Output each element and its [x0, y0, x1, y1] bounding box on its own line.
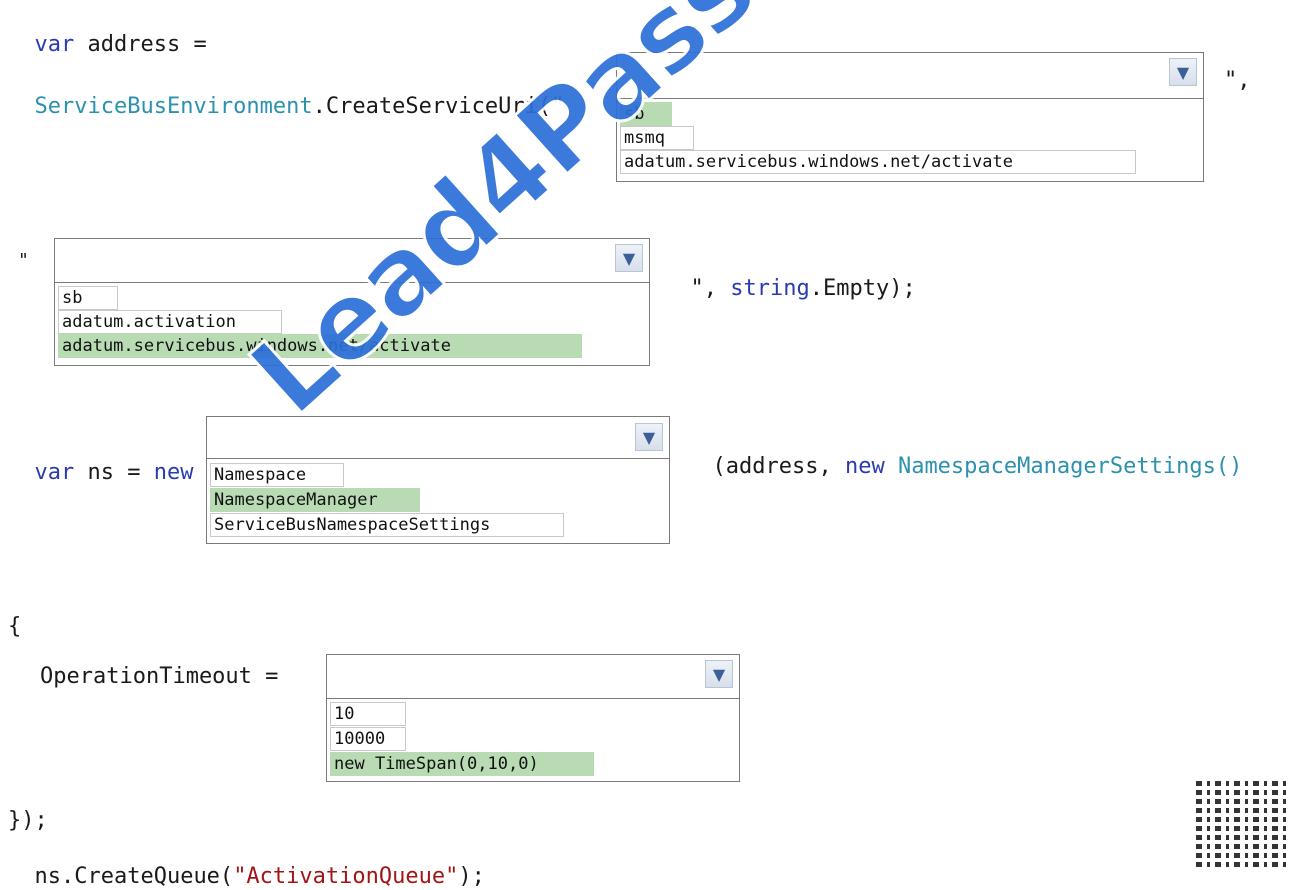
chevron-down-icon[interactable]: ▼ — [615, 244, 643, 272]
timeout-option[interactable]: 10 — [330, 702, 406, 726]
chevron-down-icon[interactable]: ▼ — [705, 660, 733, 688]
code-text: ns.CreateQueue( — [34, 864, 234, 889]
manager-type-option[interactable]: Namespace — [210, 463, 344, 487]
code-text: (address, — [712, 454, 845, 479]
chevron-down-icon[interactable]: ▼ — [1169, 58, 1197, 86]
code-text: address = — [74, 32, 207, 57]
code-line-open-brace: { — [8, 614, 22, 639]
code-line-ns: var ns = new — [8, 434, 194, 486]
timeout-select-box[interactable]: ▼ — [327, 655, 739, 699]
code-line-ns-suffix: (address, new NamespaceManagerSettings() — [686, 428, 1243, 480]
keyword-new: new — [844, 454, 885, 479]
code-text: ); — [458, 864, 485, 889]
code-line-operation-timeout: OperationTimeout = — [40, 664, 279, 689]
timeout-option[interactable]: 10000 — [330, 727, 406, 751]
manager-type-select-box[interactable]: ▼ — [207, 417, 669, 459]
manager-type-option[interactable]: NamespaceManager — [210, 488, 420, 512]
type-namespacemanagersettings: NamespaceManagerSettings() — [884, 454, 1243, 479]
code-text: ", — [690, 276, 731, 301]
manager-type-dropdown[interactable]: ▼ Namespace NamespaceManager ServiceBusN… — [206, 416, 670, 544]
code-line-create-uri-suffix: ", — [1224, 68, 1251, 93]
keyword-var: var — [34, 32, 75, 57]
code-line-create-uri: ServiceBusEnvironment.CreateServiceUri(" — [8, 68, 565, 120]
code-text: ns = — [74, 460, 154, 485]
type-servicebusenvironment: ServiceBusEnvironment — [34, 94, 313, 119]
qr-code-icon — [1196, 780, 1290, 867]
code-line-create-queue: ns.CreateQueue("ActivationQueue"); — [8, 838, 485, 890]
code-line-path-prefix: " — [18, 250, 29, 271]
keyword-new: new — [153, 460, 194, 485]
string-activationqueue: "ActivationQueue" — [233, 864, 459, 889]
code-line-address: var address = — [8, 6, 207, 58]
chevron-down-icon[interactable]: ▼ — [635, 423, 663, 451]
path-option[interactable]: sb — [58, 286, 118, 310]
scheme-option[interactable]: adatum.servicebus.windows.net/activate — [620, 150, 1136, 174]
code-line-close: }); — [8, 808, 48, 833]
keyword-var: var — [34, 460, 75, 485]
manager-type-option[interactable]: ServiceBusNamespaceSettings — [210, 513, 564, 537]
code-line-path-suffix: ", string.Empty); — [664, 250, 916, 302]
timeout-dropdown[interactable]: ▼ 10 10000 new TimeSpan(0,10,0) — [326, 654, 740, 782]
timeout-option[interactable]: new TimeSpan(0,10,0) — [330, 752, 594, 776]
keyword-string: string — [730, 276, 810, 301]
code-text: .Empty); — [809, 276, 916, 301]
